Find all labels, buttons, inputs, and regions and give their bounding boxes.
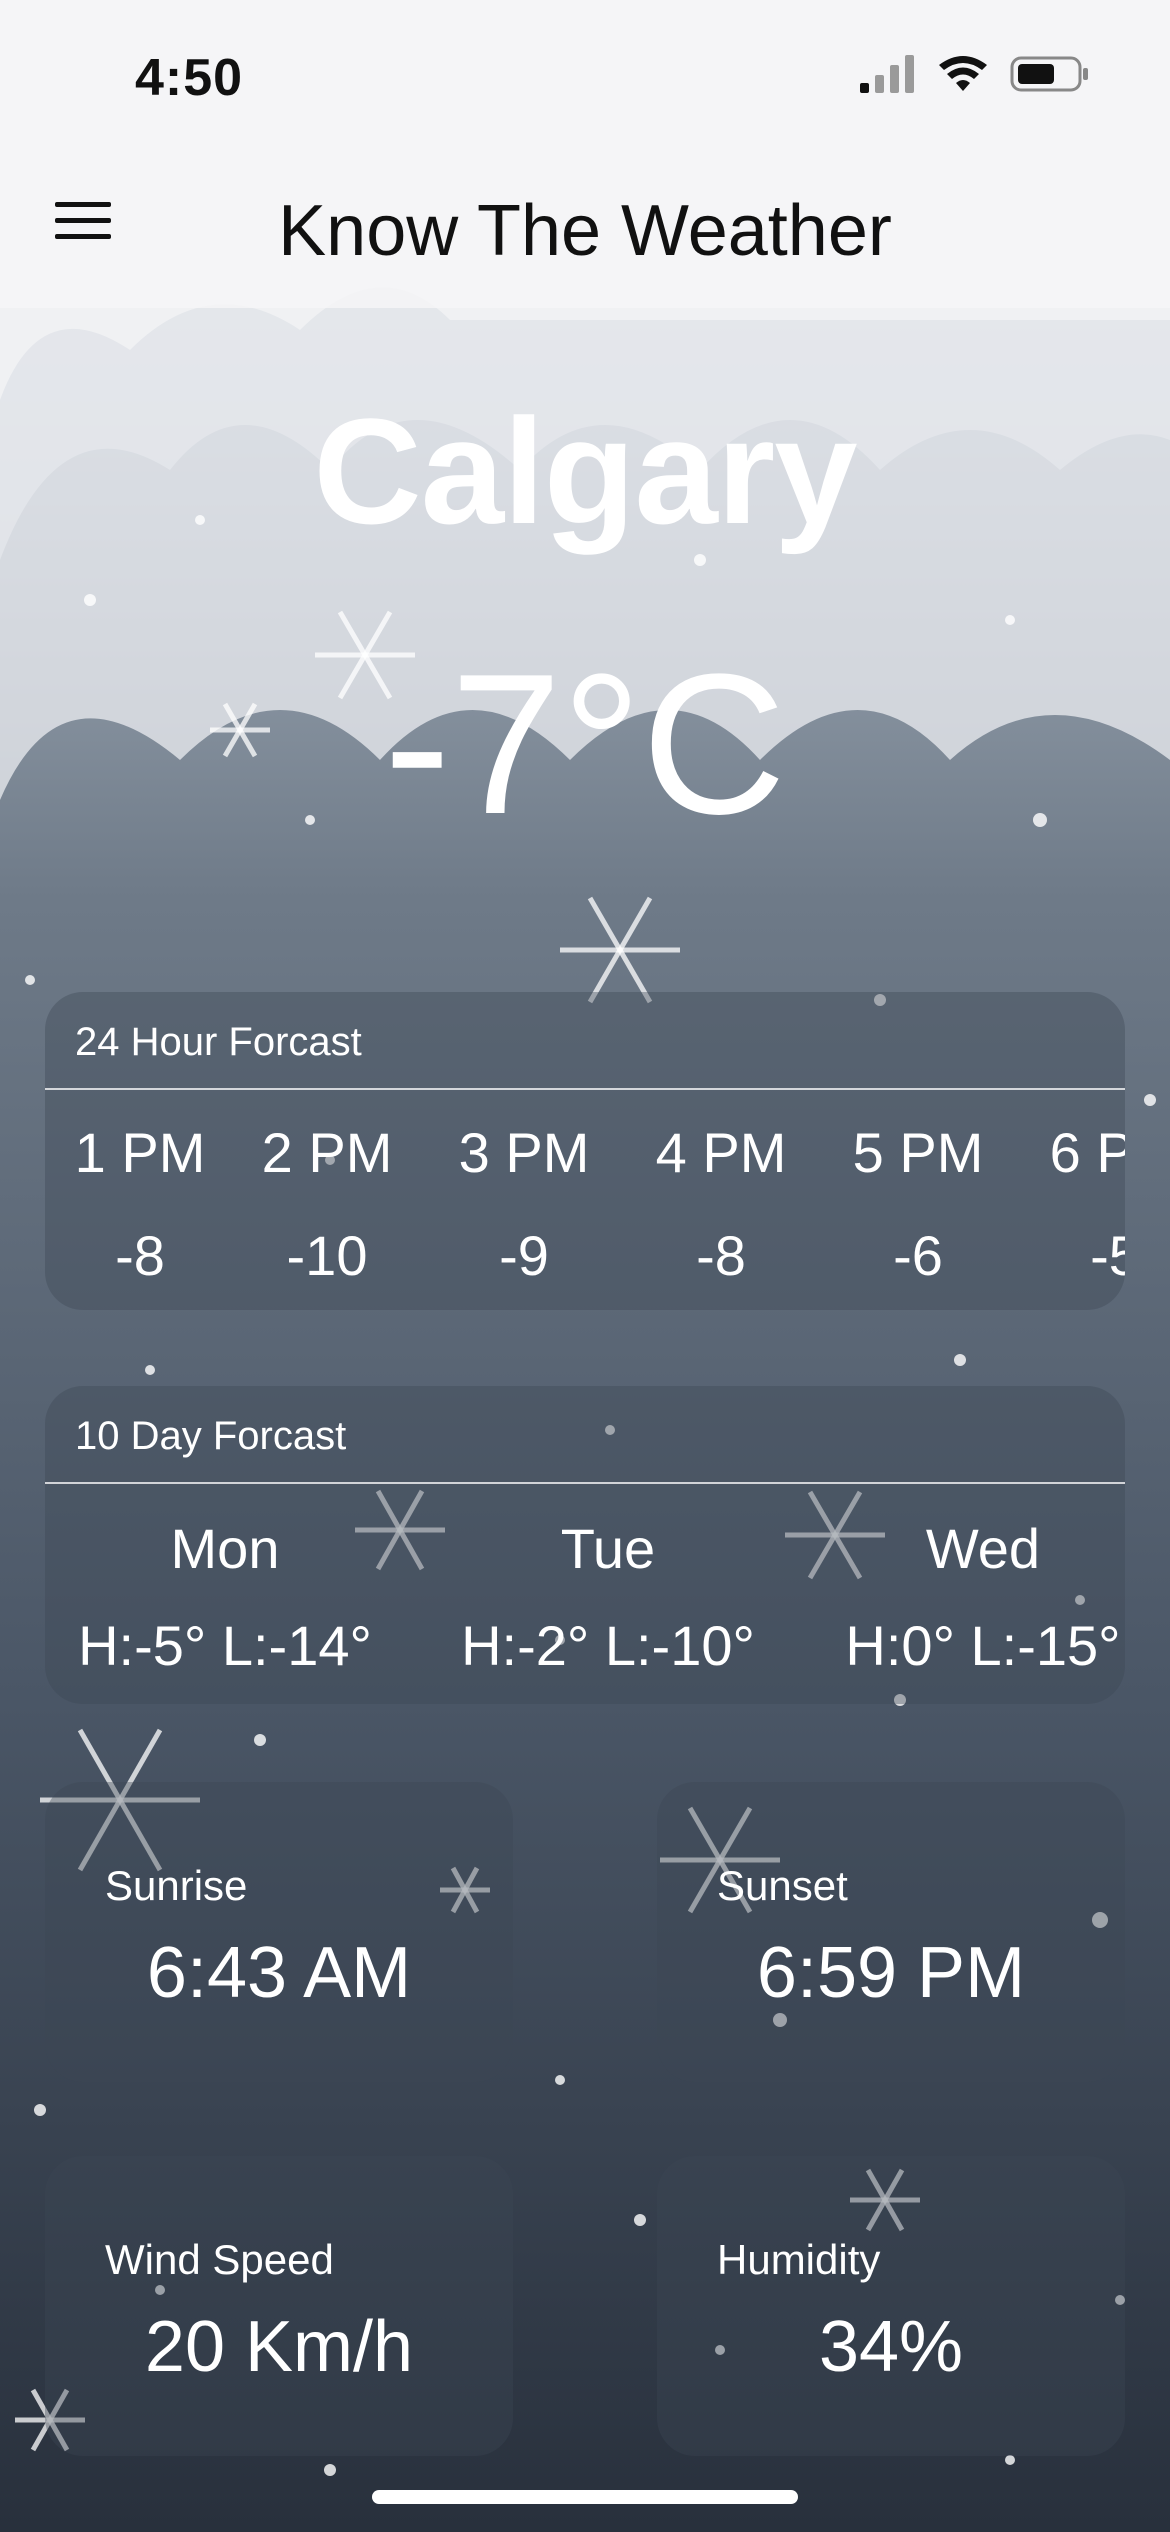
wind-speed-value: 20 Km/h bbox=[144, 2307, 414, 2387]
humidity-label: Humidity bbox=[717, 2236, 881, 2283]
city-name: Calgary bbox=[313, 387, 857, 555]
sunset-label: Sunset bbox=[717, 1862, 848, 1909]
hour-item: 6 PM -5 bbox=[1020, 1120, 1125, 1288]
hour-time: 6 PM bbox=[1049, 1121, 1125, 1184]
sunrise-value: 6:43 AM bbox=[146, 1933, 412, 2013]
hour-time: 3 PM bbox=[458, 1121, 590, 1184]
day-name: Tue bbox=[560, 1517, 656, 1580]
wind-speed-label: Wind Speed bbox=[105, 2236, 334, 2283]
day-name: Wed bbox=[925, 1517, 1041, 1580]
hourly-forecast-card[interactable]: 24 Hour Forcast 1 PM -8 2 PM -10 3 PM -9… bbox=[45, 992, 1125, 1310]
hour-temp: -5 bbox=[1090, 1224, 1125, 1287]
hour-temp: -10 bbox=[286, 1224, 368, 1287]
sunset-value: 6:59 PM bbox=[756, 1933, 1026, 2013]
sunrise-label: Sunrise bbox=[105, 1862, 248, 1909]
daily-forecast-card[interactable]: 10 Day Forcast Mon H:-5° L:-14° Tue H:-2… bbox=[45, 1386, 1125, 1704]
navbar: Know The Weather bbox=[0, 150, 1170, 310]
day-item: Tue H:-2° L:-10° bbox=[418, 1516, 798, 1678]
divider bbox=[45, 1088, 1125, 1090]
hourly-forecast-title: 24 Hour Forcast bbox=[75, 1020, 362, 1064]
hour-item: 4 PM -8 bbox=[626, 1120, 816, 1288]
day-range: H:-2° L:-10° bbox=[461, 1614, 755, 1677]
hour-item: 5 PM -6 bbox=[823, 1120, 1013, 1288]
home-indicator[interactable] bbox=[372, 2490, 798, 2504]
status-icons bbox=[860, 55, 1090, 93]
page-title: Know The Weather bbox=[278, 191, 892, 271]
wind-speed-tile: Wind Speed 20 Km/h bbox=[45, 2156, 513, 2456]
day-range: H:-5° L:-14° bbox=[78, 1614, 372, 1677]
hour-temp: -9 bbox=[499, 1224, 549, 1287]
sunrise-tile: Sunrise 6:43 AM bbox=[45, 1782, 513, 2082]
status-bar: 4:50 bbox=[0, 0, 1170, 150]
hour-temp: -8 bbox=[115, 1224, 165, 1287]
hour-item: 3 PM -9 bbox=[429, 1120, 619, 1288]
hour-time: 4 PM bbox=[655, 1121, 787, 1184]
hour-item: 2 PM -10 bbox=[232, 1120, 422, 1288]
daily-forecast-title: 10 Day Forcast bbox=[75, 1414, 347, 1458]
humidity-value: 34% bbox=[818, 2307, 964, 2387]
day-item: Wed H:0° L:-15° bbox=[793, 1516, 1125, 1678]
day-name: Mon bbox=[170, 1517, 280, 1580]
hour-time: 5 PM bbox=[852, 1121, 984, 1184]
sunset-tile: Sunset 6:59 PM bbox=[657, 1782, 1125, 2082]
signal-icon bbox=[860, 55, 914, 93]
wifi-icon bbox=[939, 56, 987, 91]
battery-icon bbox=[1010, 56, 1088, 92]
day-range: H:0° L:-15° bbox=[845, 1614, 1121, 1677]
hour-temp: -6 bbox=[893, 1224, 943, 1287]
humidity-tile: Humidity 34% bbox=[657, 2156, 1125, 2456]
divider bbox=[45, 1482, 1125, 1484]
day-item: Mon H:-5° L:-14° bbox=[45, 1516, 415, 1678]
current-temperature: -7°C bbox=[383, 633, 787, 856]
hour-time: 1 PM bbox=[74, 1121, 206, 1184]
hour-temp: -8 bbox=[696, 1224, 746, 1287]
status-time: 4:50 bbox=[135, 49, 244, 107]
hour-item: 1 PM -8 bbox=[45, 1120, 235, 1288]
hour-time: 2 PM bbox=[261, 1121, 393, 1184]
